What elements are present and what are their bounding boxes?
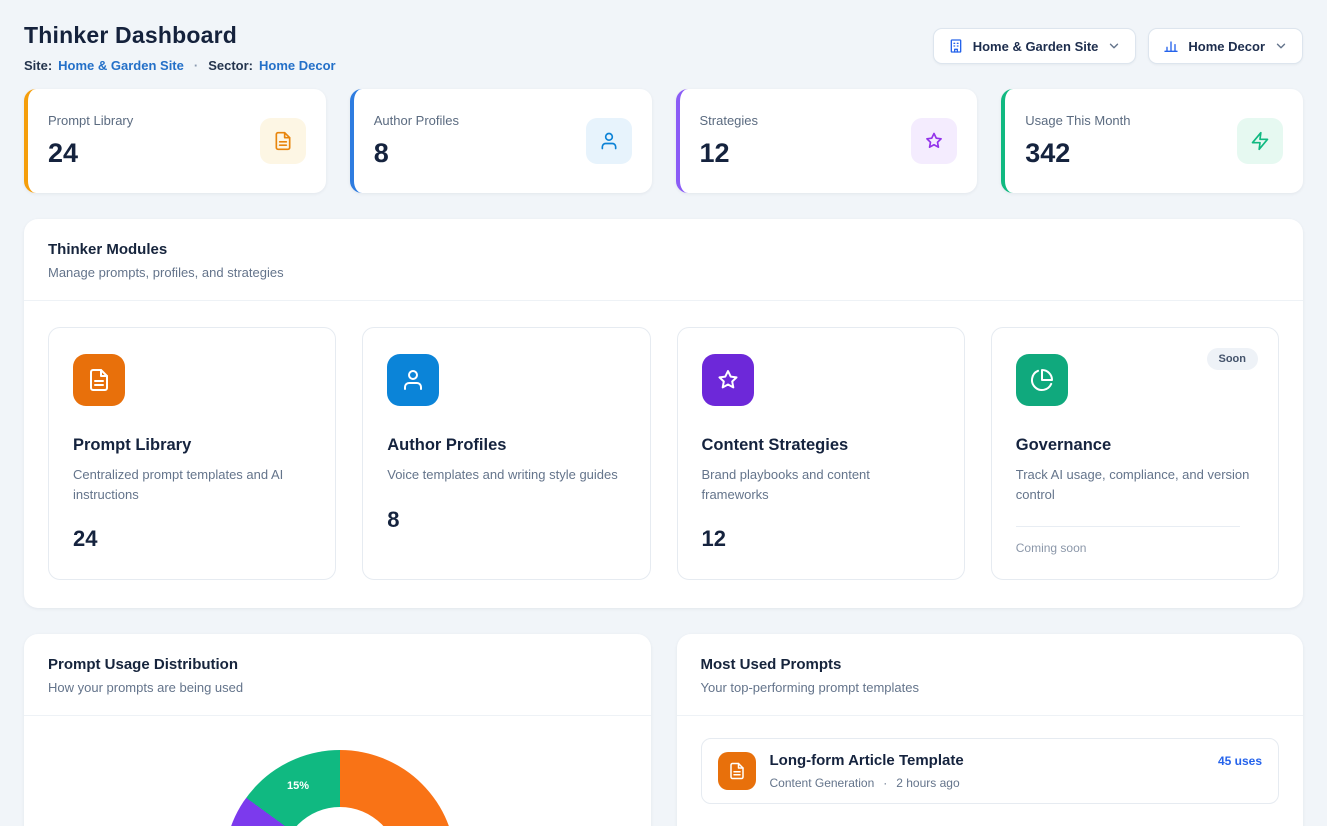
dashboard-page: { "header": { "title": "Thinker Dashboar… [0,0,1327,826]
usage-card-title: Prompt Usage Distribution [48,656,627,673]
site-label: Site: [24,58,52,73]
sector-dropdown-label: Home Decor [1188,39,1265,54]
coming-soon-text: Coming soon [1016,541,1254,555]
user-icon [387,354,439,406]
site-link[interactable]: Home & Garden Site [58,58,184,73]
module-title: Content Strategies [702,436,940,455]
stat-text: Strategies 12 [700,113,759,169]
stat-text: Usage This Month 342 [1025,113,1130,169]
most-used-prompts-card: Most Used Prompts Your top-performing pr… [677,634,1304,826]
module-count: 12 [702,526,940,552]
module-title: Governance [1016,436,1254,455]
header-actions: Home & Garden Site Home Decor [933,28,1303,64]
sector-link[interactable]: Home Decor [259,58,336,73]
stat-label: Usage This Month [1025,113,1130,128]
module-card-governance[interactable]: Soon Governance Track AI usage, complian… [991,327,1279,580]
page-header: Thinker Dashboard Site: Home & Garden Si… [24,22,1303,73]
page-title: Thinker Dashboard [24,22,336,49]
modules-subtitle: Manage prompts, profiles, and strategies [48,265,1279,280]
breadcrumb: Site: Home & Garden Site · Sector: Home … [24,58,336,73]
bar-chart-icon [1163,38,1179,54]
donut-chart-area: 15% [24,716,651,826]
modules-grid: Prompt Library Centralized prompt templa… [24,301,1303,608]
stat-label: Prompt Library [48,113,133,128]
prompt-title: Long-form Article Template [770,752,964,769]
stat-card-prompt-library: Prompt Library 24 [24,89,326,193]
module-card-prompt-library[interactable]: Prompt Library Centralized prompt templa… [48,327,336,580]
soon-badge: Soon [1207,348,1259,370]
stat-value: 12 [700,138,759,169]
chevron-down-icon [1107,39,1121,53]
prompt-category: Content Generation [770,776,875,790]
prompts-card-header: Most Used Prompts Your top-performing pr… [677,634,1304,716]
meta-separator: · [194,58,198,73]
stat-text: Prompt Library 24 [48,113,133,169]
prompts-card-subtitle: Your top-performing prompt templates [701,680,1280,695]
module-count: 24 [73,526,311,552]
sparkle-star-icon [911,118,957,164]
usage-card-subtitle: How your prompts are being used [48,680,627,695]
stat-value: 8 [374,138,459,169]
usage-distribution-card: Prompt Usage Distribution How your promp… [24,634,651,826]
sector-label: Sector: [208,58,253,73]
document-icon [260,118,306,164]
prompt-uses-badge: 45 uses [1218,752,1262,768]
stat-text: Author Profiles 8 [374,113,459,169]
user-icon [586,118,632,164]
module-title: Author Profiles [387,436,625,455]
usage-card-header: Prompt Usage Distribution How your promp… [24,634,651,716]
module-description: Centralized prompt templates and AI inst… [73,465,308,504]
prompt-time: 2 hours ago [896,776,959,790]
module-divider [1016,526,1240,527]
site-dropdown-label: Home & Garden Site [973,39,1099,54]
usage-donut-chart: 15% [224,750,456,826]
stat-label: Strategies [700,113,759,128]
stat-value: 24 [48,138,133,169]
stat-card-author-profiles: Author Profiles 8 [350,89,652,193]
bottom-row: Prompt Usage Distribution How your promp… [24,634,1303,826]
stat-card-strategies: Strategies 12 [676,89,978,193]
stat-card-usage: Usage This Month 342 [1001,89,1303,193]
module-description: Track AI usage, compliance, and version … [1016,465,1251,504]
modules-header: Thinker Modules Manage prompts, profiles… [24,219,1303,301]
module-description: Brand playbooks and content frameworks [702,465,937,504]
site-dropdown[interactable]: Home & Garden Site [933,28,1137,64]
header-left: Thinker Dashboard Site: Home & Garden Si… [24,22,336,73]
donut-segment-label: 15% [287,780,309,792]
chevron-down-icon [1274,39,1288,53]
modules-title: Thinker Modules [48,241,1279,258]
stat-value: 342 [1025,138,1130,169]
pie-chart-icon [1016,354,1068,406]
lightning-icon [1237,118,1283,164]
thinker-modules-panel: Thinker Modules Manage prompts, profiles… [24,219,1303,608]
prompt-list-item[interactable]: Long-form Article Template Content Gener… [701,738,1280,804]
module-title: Prompt Library [73,436,311,455]
module-count: 8 [387,507,625,533]
module-card-author-profiles[interactable]: Author Profiles Voice templates and writ… [362,327,650,580]
building-icon [948,38,964,54]
prompts-card-title: Most Used Prompts [701,656,1280,673]
sector-dropdown[interactable]: Home Decor [1148,28,1303,64]
document-icon [718,752,756,790]
module-card-content-strategies[interactable]: Content Strategies Brand playbooks and c… [677,327,965,580]
sparkle-star-icon [702,354,754,406]
module-description: Voice templates and writing style guides [387,465,622,485]
document-icon [73,354,125,406]
prompt-meta: Content Generation · 2 hours ago [770,776,964,790]
stats-row: Prompt Library 24 Author Profiles 8 Stra… [24,89,1303,193]
meta-separator: · [883,776,887,790]
prompt-item-text: Long-form Article Template Content Gener… [770,752,964,790]
stat-label: Author Profiles [374,113,459,128]
